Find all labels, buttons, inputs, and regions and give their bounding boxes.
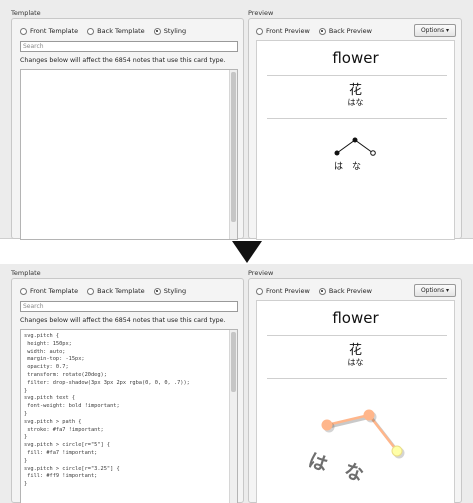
card-kanji: 花 — [348, 343, 362, 358]
code-line: } — [24, 481, 28, 488]
code-line: svg.pitch > circle[r="5"] { — [24, 442, 111, 449]
scrollbar-thumb[interactable] — [231, 72, 236, 222]
divider — [267, 75, 447, 76]
card-kanji: 花 — [348, 83, 362, 98]
tab-back-preview[interactable]: Back Preview — [318, 287, 372, 295]
preview-tabs: Front Preview Back Preview — [256, 27, 372, 35]
code-line: opacity: 0.7; — [24, 364, 69, 371]
tab-front-preview[interactable]: Front Preview — [256, 27, 310, 35]
tab-styling[interactable]: Styling — [153, 27, 186, 35]
card-front-text: flower — [332, 49, 379, 67]
pitch-dot — [334, 150, 340, 156]
radio-icon — [87, 27, 95, 35]
pitch-dot — [363, 409, 375, 421]
preview-group-title: Preview — [248, 9, 274, 17]
divider — [267, 378, 447, 379]
card-front-text: flower — [332, 309, 379, 327]
radio-icon — [256, 27, 263, 35]
template-tabs: Front Template Back Template Styling — [20, 27, 186, 35]
tab-back-preview[interactable]: Back Preview — [318, 27, 372, 35]
template-group: Front Template Back Template Styling Sea… — [11, 18, 244, 240]
after-window: Template Front Template Back Template St… — [0, 264, 473, 503]
code-line: fill: #fa7 !important; — [24, 449, 98, 456]
code-line: transform: rotate(20deg); — [24, 371, 107, 378]
radio-icon — [87, 287, 95, 295]
info-text: Changes below will affect the 6854 notes… — [20, 57, 226, 64]
card-reading: はな — [347, 358, 364, 367]
code-line: width: auto; — [24, 348, 66, 355]
code-line: } — [24, 434, 28, 441]
editor-scrollbar[interactable] — [229, 330, 237, 503]
pitch-mora-1: は — [305, 449, 330, 476]
tab-back-template[interactable]: Back Template — [87, 287, 145, 295]
template-group-title: Template — [11, 9, 41, 17]
styling-code[interactable]: svg.pitch { height: 150px; width: auto; … — [24, 333, 190, 489]
code-line: svg.pitch > circle[r="3.25"] { — [24, 465, 120, 472]
radio-selected-icon — [153, 287, 161, 295]
styling-editor[interactable]: svg.pitch { height: 150px; width: auto; … — [20, 329, 238, 503]
pitch-mora-2: な — [352, 161, 361, 172]
scrollbar-thumb[interactable] — [231, 332, 236, 392]
pitch-dot — [321, 419, 333, 431]
code-line: font-weight: bold !important; — [24, 403, 120, 410]
code-line: } — [24, 387, 28, 394]
code-line: } — [24, 410, 28, 417]
divider — [267, 335, 447, 336]
pitch-end-dot — [370, 150, 376, 156]
card-preview: flower 花 はな は な — [256, 300, 455, 503]
pitch-dot — [352, 137, 358, 143]
editor-scrollbar[interactable] — [229, 70, 237, 239]
radio-selected-icon — [153, 27, 161, 35]
code-line: svg.pitch text { — [24, 395, 76, 402]
radio-icon — [20, 27, 27, 35]
template-group-title: Template — [11, 269, 41, 277]
before-window: Template Front Template Back Template St… — [0, 0, 473, 240]
styling-editor[interactable] — [20, 69, 238, 240]
code-line: stroke: #fa7 !important; — [24, 426, 104, 433]
radio-icon — [20, 287, 27, 295]
code-line: } — [24, 457, 28, 464]
code-line: fill: #ff9 !important; — [24, 473, 98, 480]
divider — [267, 118, 447, 119]
code-line: svg.pitch { — [24, 333, 60, 339]
tab-styling[interactable]: Styling — [153, 287, 186, 295]
preview-group-title: Preview — [248, 269, 274, 277]
pitch-accent-diagram: は な — [334, 137, 376, 172]
code-line: height: 150px; — [24, 340, 72, 347]
code-line: margin-top: -15px; — [24, 356, 85, 363]
radio-selected-icon — [318, 287, 326, 295]
tab-front-template[interactable]: Front Template — [20, 27, 78, 35]
radio-selected-icon — [318, 27, 326, 35]
tab-front-template[interactable]: Front Template — [20, 287, 78, 295]
info-text: Changes below will affect the 6854 notes… — [20, 317, 226, 324]
tab-back-template[interactable]: Back Template — [87, 27, 145, 35]
options-button[interactable]: Options ▾ — [414, 24, 456, 37]
preview-group: Front Preview Back Preview Options ▾ flo… — [248, 278, 462, 503]
preview-group: Front Preview Back Preview Options ▾ flo… — [248, 18, 462, 240]
search-input[interactable]: Search — [20, 301, 238, 312]
code-line: filter: drop-shadow(3px 3px 2px rgba(0, … — [24, 379, 190, 386]
card-reading: はな — [347, 98, 364, 107]
card-preview: flower 花 はな は な — [256, 40, 455, 240]
template-tabs: Front Template Back Template Styling — [20, 287, 186, 295]
pitch-accent-diagram: は な — [305, 409, 405, 486]
pitch-end-dot — [391, 445, 403, 457]
options-button[interactable]: Options ▾ — [414, 284, 456, 297]
preview-tabs: Front Preview Back Preview — [256, 287, 372, 295]
radio-icon — [256, 287, 263, 295]
template-group: Front Template Back Template Styling Sea… — [11, 278, 244, 503]
pitch-mora-1: は — [334, 161, 343, 172]
code-line: svg.pitch > path { — [24, 418, 82, 425]
tab-front-preview[interactable]: Front Preview — [256, 287, 310, 295]
pitch-mora-2: な — [341, 459, 366, 486]
search-input[interactable]: Search — [20, 41, 238, 52]
down-arrow-icon — [232, 241, 262, 263]
